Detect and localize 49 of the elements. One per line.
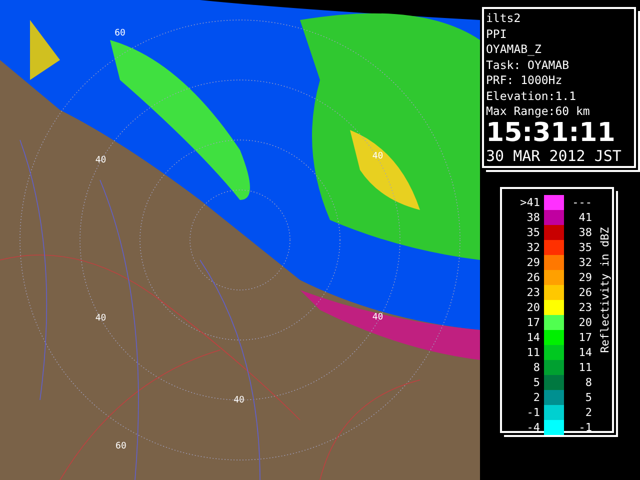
- info-line: Elevation:1.1: [486, 88, 578, 104]
- date-text: 30 MAR 2012 JST: [486, 146, 622, 164]
- info-line: Max Range:60 km: [486, 104, 591, 120]
- info-line: OYAMAB_Z: [486, 42, 542, 58]
- legend-value: 2: [532, 390, 541, 404]
- legend-value: 35: [578, 240, 593, 254]
- legend-value: 41: [578, 210, 593, 224]
- legend-value: 35: [526, 226, 541, 238]
- range-label: 40: [95, 156, 106, 166]
- legend-value: 11: [526, 346, 541, 358]
- legend-value: 17: [578, 330, 593, 344]
- legend-value: 20: [578, 316, 593, 328]
- legend-value: -1: [578, 420, 593, 434]
- legend-value: 23: [526, 286, 541, 298]
- range-label: 40: [372, 314, 384, 323]
- legend-value: 26: [526, 270, 541, 284]
- legend-value: 11: [578, 360, 593, 374]
- info-line: PRF: 1000Hz: [486, 73, 564, 88]
- time-text: 15:31:11: [486, 120, 616, 146]
- legend-value: 29: [526, 256, 541, 268]
- info-line: Task: OYAMAB: [486, 58, 570, 73]
- info-line: ilts2: [486, 11, 522, 26]
- info-line: PPI: [486, 26, 508, 42]
- legend-value: 23: [578, 300, 593, 314]
- legend-value: 38: [526, 210, 541, 224]
- legend-value: 14: [578, 346, 593, 358]
- range-label: 40: [95, 314, 106, 324]
- legend-value: 2: [584, 406, 593, 418]
- range-label: 40: [372, 152, 384, 162]
- legend-value: 8: [532, 360, 541, 374]
- legend-value: -4: [526, 420, 541, 434]
- legend-value: 32: [578, 256, 593, 268]
- legend-value: 5: [584, 390, 593, 404]
- legend-value: 29: [578, 270, 593, 284]
- legend-value: -1: [526, 406, 541, 418]
- range-label: 40: [234, 396, 244, 406]
- legend-value: 38: [578, 226, 593, 238]
- range-label: 60: [116, 442, 126, 452]
- legend-value: 17: [526, 316, 541, 328]
- legend-value: 8: [584, 376, 593, 388]
- legend-title: Reflectivity in dBZ: [598, 226, 612, 352]
- legend-value: 32: [526, 240, 541, 254]
- legend-value: 5: [532, 376, 541, 388]
- legend-value: 14: [526, 330, 541, 344]
- legend-value: 26: [578, 286, 593, 298]
- range-label: 60: [114, 29, 126, 38]
- legend-value: 20: [526, 300, 541, 314]
- legend-value: >41: [519, 196, 541, 208]
- legend-value: ---: [571, 196, 593, 208]
